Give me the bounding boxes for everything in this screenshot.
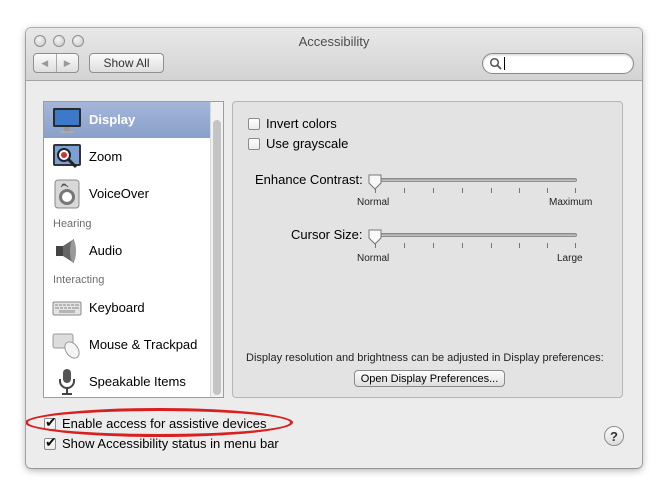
slider-tick xyxy=(462,188,463,193)
sidebar-item-label: Keyboard xyxy=(89,300,145,315)
slider-tick xyxy=(375,188,376,193)
help-button[interactable]: ? xyxy=(604,426,624,446)
use-grayscale-checkbox[interactable]: Use grayscale xyxy=(248,136,348,151)
microphone-icon xyxy=(59,369,75,395)
slider-tick xyxy=(491,243,492,248)
open-display-preferences-button[interactable]: Open Display Preferences... xyxy=(354,370,505,387)
slider-tick xyxy=(575,243,576,248)
sidebar-item-audio[interactable]: Audio xyxy=(44,233,210,269)
sidebar-item-mouse-trackpad[interactable]: Mouse & Trackpad xyxy=(44,327,210,363)
slider-tick xyxy=(375,243,376,248)
sidebar-item-keyboard[interactable]: Keyboard xyxy=(44,290,210,326)
zoom-icon xyxy=(53,144,81,169)
slider-tick xyxy=(433,188,434,193)
cursor-size-label: Cursor Size: xyxy=(291,227,363,242)
slider-tick xyxy=(519,243,520,248)
sidebar-item-zoom[interactable]: Zoom xyxy=(44,139,210,175)
slider-tick xyxy=(547,243,548,248)
window-title: Accessibility xyxy=(298,34,370,49)
show-all-button[interactable]: Show All xyxy=(89,53,164,73)
sidebar-item-label: Display xyxy=(89,112,136,127)
display-info-text: Display resolution and brightness can be… xyxy=(246,352,604,364)
sidebar-item-label: Audio xyxy=(89,243,123,258)
slider-tick xyxy=(547,188,548,193)
category-sidebar: Display Zoom VoiceOver Hearing Audio Int… xyxy=(43,101,224,398)
use-grayscale-label: Use grayscale xyxy=(266,136,349,151)
back-icon[interactable]: ◀ xyxy=(34,54,57,72)
sidebar-item-display[interactable]: Display xyxy=(44,102,210,138)
sidebar-item-label: Mouse & Trackpad xyxy=(89,337,198,352)
sidebar-item-label: Zoom xyxy=(89,149,123,164)
sidebar-header-hearing: Hearing xyxy=(53,218,92,230)
show-status-checkbox[interactable]: Show Accessibility status in menu bar xyxy=(44,434,279,451)
accessibility-window: Accessibility ◀ ▶ Show All Display Zoom … xyxy=(26,28,642,468)
checkbox-box[interactable] xyxy=(44,434,57,451)
search-input[interactable] xyxy=(482,53,634,74)
slider-tick xyxy=(404,188,405,193)
invert-colors-label: Invert colors xyxy=(266,116,337,131)
titlebar: Accessibility ◀ ▶ Show All xyxy=(26,28,642,81)
enhance-contrast-min-label: Normal xyxy=(357,197,390,208)
keyboard-icon xyxy=(52,301,82,316)
cursor-size-min-label: Normal xyxy=(357,253,390,264)
slider-tick xyxy=(462,243,463,248)
checkbox-box[interactable] xyxy=(44,414,57,431)
checkbox-box[interactable] xyxy=(248,137,260,150)
text-caret xyxy=(504,57,505,70)
enhance-contrast-max-label: Maximum xyxy=(549,197,593,208)
sidebar-item-voiceover[interactable]: VoiceOver xyxy=(44,176,210,212)
enable-access-checkbox[interactable]: Enable access for assistive devices xyxy=(44,414,267,431)
display-icon xyxy=(53,108,81,133)
slider-tick xyxy=(575,188,576,193)
back-forward-buttons: ◀ ▶ xyxy=(33,53,79,73)
forward-icon[interactable]: ▶ xyxy=(57,54,79,72)
sidebar-scrollbar[interactable] xyxy=(210,102,223,397)
cursor-size-slider[interactable] xyxy=(369,233,577,237)
invert-colors-checkbox[interactable]: Invert colors xyxy=(248,116,337,131)
mouse-icon xyxy=(52,333,80,359)
speaker-icon xyxy=(56,239,76,263)
enable-access-label: Enable access for assistive devices xyxy=(62,416,267,431)
cursor-size-max-label: Large xyxy=(557,253,583,264)
checkbox-box[interactable] xyxy=(248,117,260,130)
scrollbar-thumb[interactable] xyxy=(213,120,221,395)
sidebar-item-label: VoiceOver xyxy=(89,186,149,201)
show-status-label: Show Accessibility status in menu bar xyxy=(62,436,279,451)
sidebar-item-label: Speakable Items xyxy=(89,374,186,389)
slider-tick xyxy=(491,188,492,193)
voiceover-icon xyxy=(54,179,80,209)
search-icon xyxy=(489,57,502,70)
sidebar-header-interacting: Interacting xyxy=(53,274,105,286)
sidebar-item-speakable-items[interactable]: Speakable Items xyxy=(44,364,210,397)
slider-tick xyxy=(433,243,434,248)
slider-tick xyxy=(519,188,520,193)
enhance-contrast-label: Enhance Contrast: xyxy=(255,172,363,187)
enhance-contrast-slider[interactable] xyxy=(369,178,577,182)
slider-tick xyxy=(404,243,405,248)
display-settings-pane: Invert colors Use grayscale Enhance Cont… xyxy=(232,101,623,398)
